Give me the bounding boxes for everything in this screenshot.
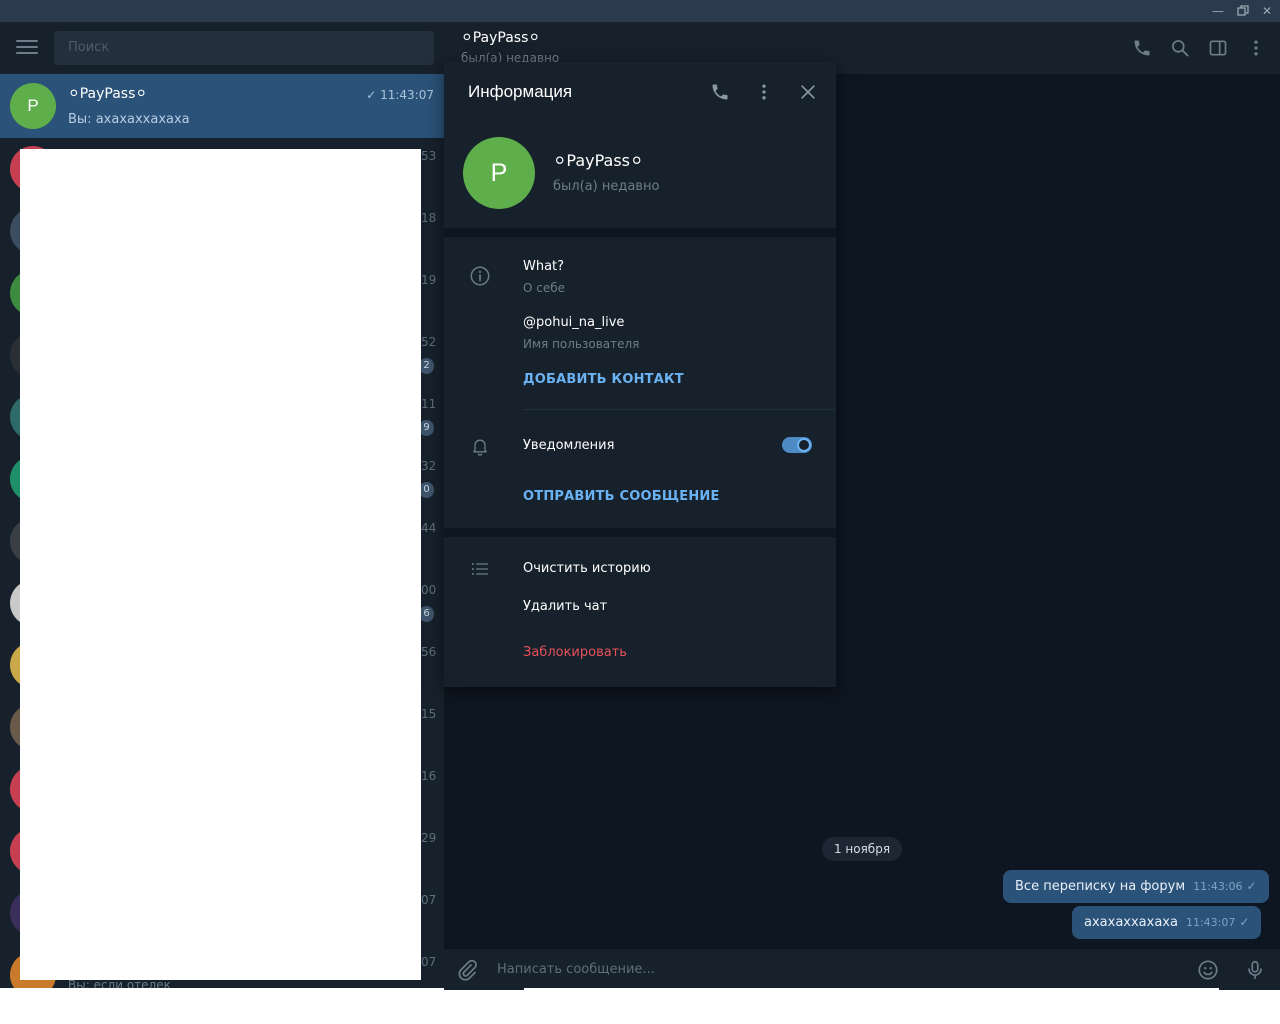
delete-chat-button[interactable]: Удалить чат	[523, 599, 607, 614]
bell-icon	[470, 435, 490, 461]
read-check-icon: ✓	[1239, 915, 1250, 929]
close-icon[interactable]: ✕	[1256, 2, 1278, 20]
clear-history-button[interactable]: Очистить историю	[523, 561, 651, 576]
chat-time: 19	[421, 273, 437, 287]
message-input[interactable]: Написать сообщение...	[497, 962, 655, 977]
profile-status: был(а) недавно	[553, 179, 660, 194]
chat-time-text: 11:43:07	[380, 88, 434, 102]
outgoing-message[interactable]: ахахаххахаха 11:43:07 ✓	[1072, 906, 1262, 939]
restore-icon[interactable]	[1232, 2, 1254, 20]
notifications-label: Уведомления	[523, 438, 615, 453]
avatar: P	[10, 83, 56, 129]
search-input[interactable]: Поиск	[54, 31, 434, 65]
message-text: ахахаххахаха	[1084, 915, 1178, 930]
list-icon	[470, 559, 490, 583]
phone-icon[interactable]	[710, 82, 730, 106]
info-panel: Информация P ⚪PayPass⚪ был(а) недавно Wh…	[444, 62, 836, 687]
redacted-strip	[524, 988, 1219, 990]
chat-time: 11	[421, 397, 437, 411]
emoji-icon[interactable]	[1197, 959, 1219, 985]
date-separator: 1 ноября	[822, 837, 902, 861]
info-title: Информация	[468, 82, 573, 101]
block-user-button[interactable]: Заблокировать	[523, 645, 627, 660]
more-vertical-icon[interactable]	[754, 82, 774, 106]
chat-time: 00	[421, 583, 437, 597]
chat-time: 16	[421, 769, 437, 783]
add-contact-button[interactable]: ДОБАВИТЬ КОНТАКТ	[523, 372, 684, 387]
window-titlebar: — ✕	[0, 0, 1280, 22]
chat-time: 32	[421, 459, 437, 473]
message-time: 11:43:06	[1193, 880, 1243, 893]
send-message-button[interactable]: ОТПРАВИТЬ СООБЩЕНИЕ	[523, 489, 720, 504]
close-icon[interactable]	[798, 82, 818, 106]
search-icon[interactable]	[1170, 38, 1190, 58]
sidebar-toggle-icon[interactable]	[1208, 38, 1228, 58]
message-text: Все переписку на форум	[1015, 879, 1186, 894]
chat-time: ✓ 11:43:07	[366, 88, 434, 102]
message-time: 11:43:07	[1185, 916, 1236, 929]
section-divider	[444, 228, 836, 237]
notifications-toggle[interactable]	[782, 437, 812, 453]
chat-time: 53	[421, 149, 437, 163]
paperclip-icon[interactable]	[456, 959, 478, 985]
chat-title[interactable]: ⚪PayPass⚪	[461, 30, 540, 46]
section-divider	[444, 528, 836, 537]
chat-time: 07	[421, 955, 437, 969]
profile-name: ⚪PayPass⚪	[553, 151, 644, 170]
info-circle-icon	[469, 265, 491, 291]
unread-badge: 0	[419, 482, 434, 498]
unread-badge: 9	[419, 420, 434, 436]
read-check-icon: ✓	[1246, 879, 1257, 893]
redacted-area	[20, 149, 421, 980]
hamburger-menu-icon[interactable]	[16, 40, 38, 56]
chat-time: 44	[421, 521, 437, 535]
chat-preview: Вы: ахахаххахаха	[68, 112, 190, 127]
chat-name: ⚪PayPass⚪	[68, 86, 148, 102]
toggle-knob	[797, 438, 811, 452]
username-value[interactable]: @pohui_na_live	[523, 315, 624, 330]
chat-time: 29	[421, 831, 437, 845]
username-label: Имя пользователя	[523, 337, 640, 351]
outgoing-message[interactable]: Все переписку на форум 11:43:06 ✓	[1003, 870, 1269, 903]
bio-value[interactable]: What?	[523, 259, 564, 274]
more-vertical-icon[interactable]	[1246, 38, 1266, 58]
chat-list-item-active[interactable]: P ⚪PayPass⚪ ✓ 11:43:07 Вы: ахахаххахаха	[0, 74, 444, 138]
chat-time: 56	[421, 645, 437, 659]
chat-time: 15	[421, 707, 437, 721]
row-separator	[523, 409, 836, 410]
bio-label: О себе	[523, 281, 566, 295]
unread-badge: 2	[419, 358, 434, 374]
chat-time: 18	[421, 211, 437, 225]
read-check-icon: ✓	[366, 88, 377, 102]
message-composer: Написать сообщение...	[444, 949, 1280, 990]
profile-avatar[interactable]: P	[463, 137, 535, 209]
phone-icon[interactable]	[1132, 38, 1152, 58]
chat-time: 07	[421, 893, 437, 907]
minimize-icon[interactable]: —	[1207, 2, 1229, 20]
chat-time: 52	[421, 335, 437, 349]
microphone-icon[interactable]	[1244, 958, 1266, 986]
unread-badge: 6	[419, 606, 434, 622]
